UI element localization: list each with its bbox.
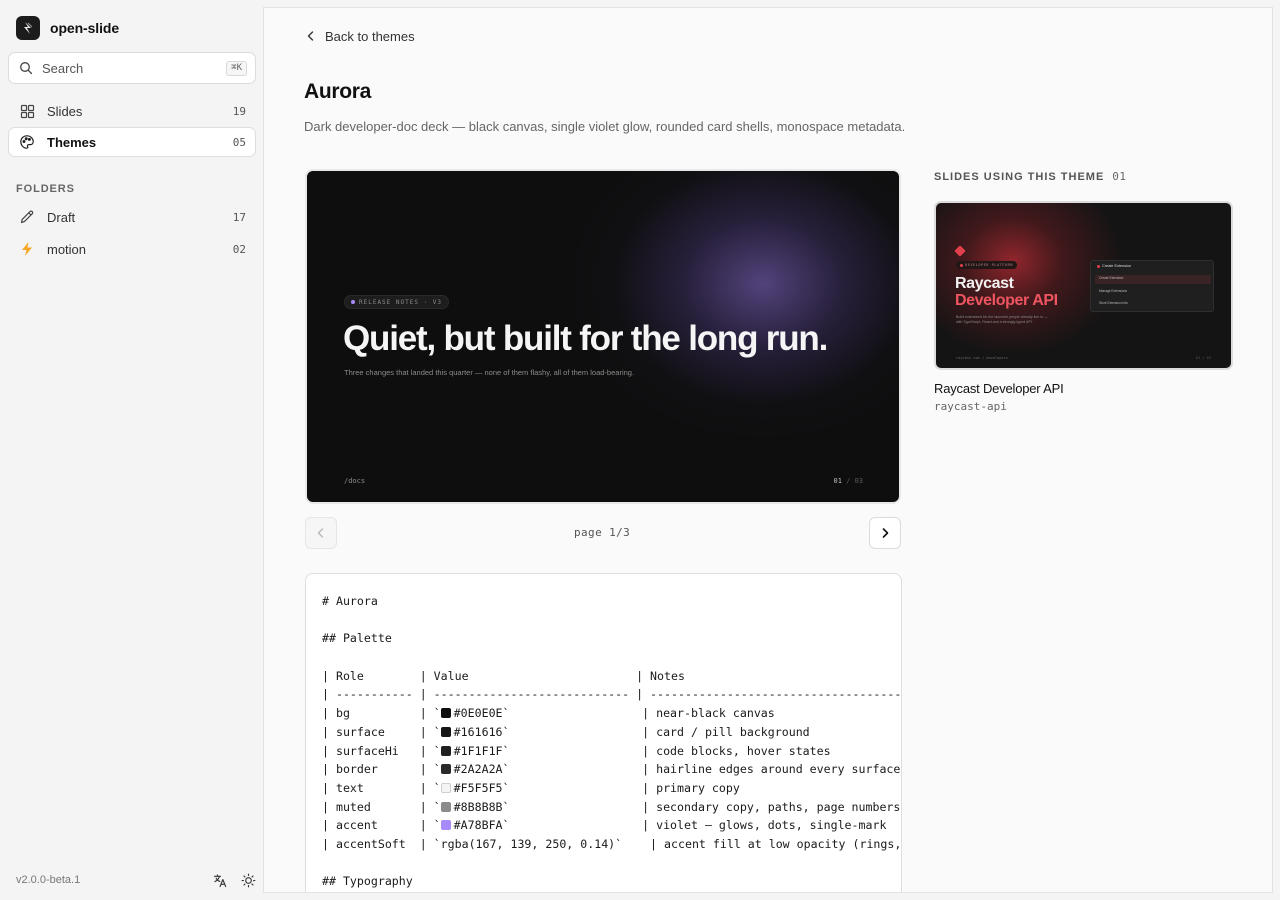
grid-icon [19, 103, 35, 119]
sidebar-item-themes[interactable]: Themes 05 [8, 127, 256, 157]
markdown-h2-typography: ## Typography [322, 874, 413, 889]
color-swatch [440, 820, 451, 831]
palette-row-accent: | accent | ` #A78BFA` | violet — glows, d… [322, 818, 887, 833]
palette-icon [19, 134, 35, 150]
sidebar-item-label: Themes [47, 134, 97, 150]
back-link-label: Back to themes [325, 28, 415, 44]
sidebar-item-slides[interactable]: Slides 19 [8, 96, 256, 126]
thumb-panel-title: Create Extension [1097, 264, 1131, 268]
thumb-title-line-2: Developer API [955, 292, 1058, 309]
app-logo-icon [16, 16, 40, 40]
palette-row-border: | border | ` #2A2A2A` | hairline edges ar… [322, 762, 901, 777]
sidebar-item-label: motion [47, 241, 87, 257]
sidebar-footer: v2.0.0-beta.1 [16, 872, 256, 888]
search-placeholder: Search [42, 60, 84, 76]
thumb-page-number: 01 / 03 [1195, 356, 1211, 360]
color-swatch [440, 782, 451, 793]
raycast-logo-icon [954, 245, 966, 257]
sidebar-folder-draft[interactable]: Draft 17 [8, 202, 256, 232]
previous-page-button[interactable] [305, 517, 337, 549]
accent-dot-icon [351, 300, 355, 304]
search-input[interactable]: Search ⌘K [8, 52, 256, 84]
thumb-footer: raycast.com / developers [956, 356, 1008, 360]
dot-icon [960, 263, 963, 267]
slide-page-total: / 03 [841, 477, 863, 485]
palette-table-header: | Role | Value | Notes [322, 668, 685, 683]
theme-toggle-sun-icon[interactable] [240, 872, 256, 888]
next-page-button[interactable] [869, 517, 901, 549]
color-swatch [440, 764, 451, 775]
palette-row-text: | text | ` #F5F5F5` | primary copy [322, 780, 740, 795]
markdown-h2-palette: ## Palette [322, 631, 392, 646]
release-notes-pill: RELEASE NOTES · V3 [344, 295, 450, 309]
page-title: Aurora [304, 80, 372, 103]
page-indicator: page 1/3 [574, 526, 631, 539]
sidebar-item-count: 02 [232, 242, 246, 256]
thumb-pill: DEVELOPER PLATFORM [956, 261, 1017, 269]
slide-slug: raycast-api [934, 400, 1007, 413]
color-swatch [440, 745, 451, 756]
sidebar-item-count: 05 [232, 135, 246, 149]
color-swatch [440, 708, 451, 719]
slides-using-theme-heading: SLIDES USING THIS THEME 01 [934, 170, 1126, 183]
sidebar: open-slide Search ⌘K Slides 19 Themes 05… [0, 0, 264, 900]
thumb-command-panel: Create Extension Create Extension Manage… [1090, 260, 1214, 312]
brand[interactable]: open-slide [16, 16, 119, 40]
color-swatch [440, 801, 451, 812]
slide-headline: Quiet, but built for the long run. [343, 319, 828, 358]
search-shortcut: ⌘K [226, 60, 247, 76]
thumb-row: Create Extension [1095, 275, 1211, 284]
palette-row-surfacehi: | surfaceHi | ` #1F1F1F` | code blocks, h… [322, 743, 831, 758]
pill-label: RELEASE NOTES · V3 [359, 298, 443, 306]
thumb-description: Build extensions for the launcher people… [956, 315, 1048, 324]
slide-page-current: 01 [833, 477, 842, 485]
slide-path: /docs [344, 477, 366, 485]
app-name: open-slide [50, 20, 120, 36]
chevron-left-icon [305, 30, 317, 42]
chevron-left-icon [315, 527, 327, 539]
sidebar-item-label: Slides [47, 103, 83, 119]
slide-preview: RELEASE NOTES · V3 Quiet, but built for … [305, 169, 901, 504]
thumb-row: Store Extension Info [1099, 301, 1128, 305]
version-label: v2.0.0-beta.1 [16, 874, 81, 886]
theme-description: Dark developer-doc deck — black canvas, … [304, 119, 906, 134]
palette-row-muted: | muted | ` #8B8B8B` | secondary copy, pa… [322, 799, 901, 814]
chevron-right-icon [879, 527, 891, 539]
sidebar-item-label: Draft [47, 209, 76, 225]
slide-subtitle: Three changes that landed this quarter —… [344, 368, 635, 377]
slide-title-link[interactable]: Raycast Developer API [934, 381, 1064, 396]
theme-detail-panel: Back to themes Aurora Dark developer-doc… [263, 7, 1273, 893]
pencil-icon [19, 209, 35, 225]
markdown-content: # Aurora ## Palette | Role | Value | Not… [322, 592, 902, 891]
translate-icon[interactable] [212, 872, 228, 888]
back-to-themes-link[interactable]: Back to themes [305, 28, 415, 44]
sidebar-item-count: 17 [232, 210, 246, 224]
palette-row-accentsoft: | accentSoft | `rgba(167, 139, 250, 0.14… [322, 836, 902, 851]
heading-text: SLIDES USING THIS THEME [934, 171, 1105, 183]
slides-using-count: 01 [1112, 170, 1127, 183]
thumb-row: Manage Extensions [1099, 289, 1127, 293]
slide-thumbnail-raycast[interactable]: DEVELOPER PLATFORM Raycast Developer API… [934, 201, 1233, 370]
sidebar-item-count: 19 [232, 104, 246, 118]
sidebar-folder-motion[interactable]: motion 02 [8, 234, 256, 264]
palette-table-divider: | ----------- | ------------------------… [322, 687, 902, 702]
theme-markdown-source[interactable]: # Aurora ## Palette | Role | Value | Not… [305, 573, 902, 892]
palette-row-surface: | surface | ` #161616` | card / pill back… [322, 724, 810, 739]
thumb-title-line-1: Raycast [955, 275, 1014, 292]
folders-heading: FOLDERS [16, 183, 75, 195]
search-icon [19, 61, 33, 75]
palette-row-bg: | bg | ` #0E0E0E` | near-black canvas [322, 706, 775, 721]
markdown-h1: # Aurora [322, 594, 378, 608]
color-swatch [440, 726, 451, 737]
lightning-icon [19, 241, 35, 257]
slide-page-number: 01 / 03 [833, 477, 863, 485]
